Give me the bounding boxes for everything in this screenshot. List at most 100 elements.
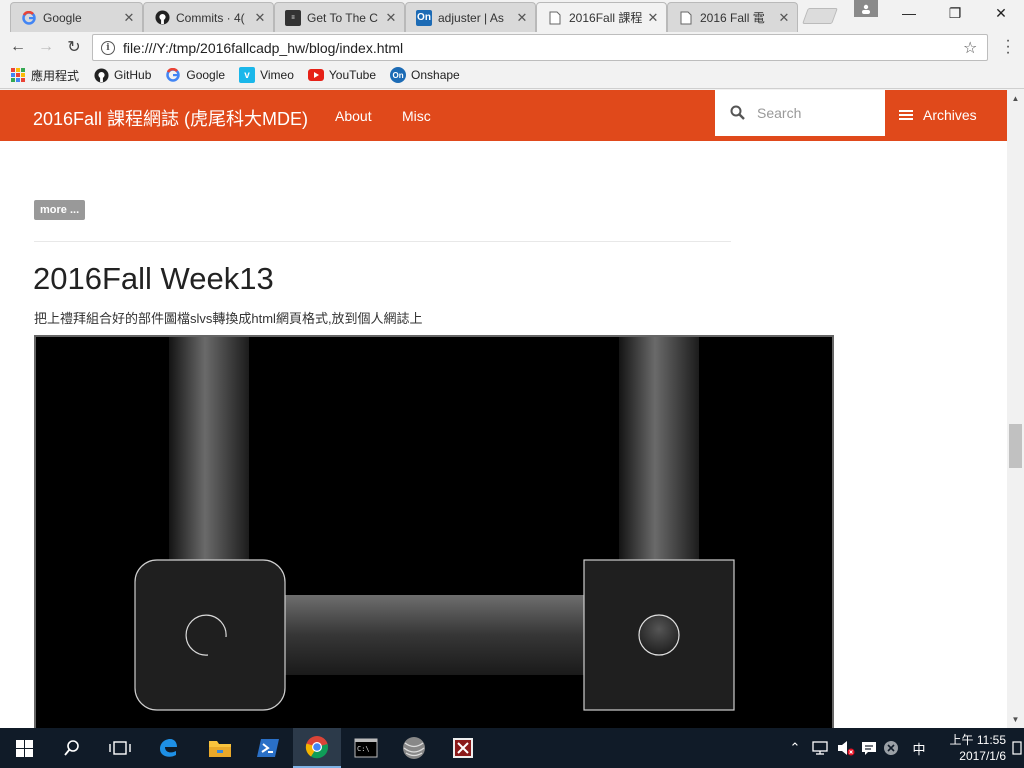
tab-get-to-the[interactable]: ≡ Get To The C ✕ — [274, 2, 405, 32]
sphere-app-icon[interactable] — [390, 728, 438, 768]
url-text[interactable]: file:///Y:/tmp/2016fallcadp_hw/blog/inde… — [123, 40, 963, 56]
search-icon[interactable] — [48, 728, 96, 768]
bookmark-vimeo[interactable]: v Vimeo — [239, 67, 294, 83]
list-icon — [899, 110, 913, 120]
window-close-icon[interactable]: ✕ — [978, 0, 1024, 26]
site-brand[interactable]: 2016Fall 課程網誌 (虎尾科大MDE) — [33, 105, 308, 131]
horizontal-rod — [283, 595, 586, 675]
tab-title: adjuster | As — [438, 10, 504, 25]
address-bar[interactable]: i file:///Y:/tmp/2016fallcadp_hw/blog/in… — [92, 34, 988, 61]
browser-toolbar: ← → ↻ i file:///Y:/tmp/2016fallcadp_hw/b… — [0, 32, 1024, 62]
close-icon[interactable]: ✕ — [646, 10, 660, 26]
post-description: 把上禮拜組合好的部件圖檔slvs轉換成html網頁格式,放到個人網誌上 — [34, 311, 423, 326]
left-vertical-rod — [169, 337, 249, 563]
volume-muted-icon[interactable] — [834, 728, 858, 768]
close-icon[interactable]: ✕ — [122, 10, 136, 26]
bookmark-google[interactable]: Google — [165, 67, 225, 83]
tab-adjuster-onshape[interactable]: On adjuster | As ✕ — [405, 2, 536, 32]
google-icon — [165, 67, 181, 83]
youtube-icon — [307, 67, 324, 83]
bookmark-youtube[interactable]: YouTube — [307, 67, 377, 83]
taskbar-clock[interactable]: 上午 11:55 2017/1/6 — [934, 732, 1007, 764]
bookmark-apps[interactable]: 應用程式 — [10, 67, 79, 84]
page-icon — [547, 10, 563, 26]
knowyourmeme-icon: ≡ — [285, 9, 301, 26]
google-icon — [21, 10, 37, 26]
close-circle-icon[interactable] — [880, 728, 902, 768]
solvespace-icon[interactable] — [439, 728, 487, 768]
bookmark-github[interactable]: GitHub — [93, 67, 151, 83]
post-title[interactable]: 2016Fall Week13 — [33, 261, 274, 297]
restore-icon[interactable]: ❐ — [932, 0, 978, 26]
task-view-icon[interactable] — [96, 728, 144, 768]
new-tab-button[interactable] — [802, 8, 838, 24]
profile-icon[interactable] — [854, 0, 878, 17]
tab-title: Get To The C — [307, 10, 378, 25]
tab-title: Google — [43, 10, 82, 25]
action-center-icon[interactable] — [1010, 728, 1024, 768]
github-icon — [93, 67, 109, 83]
tab-2016fall-blog[interactable]: 2016Fall 課程 ✕ — [536, 2, 667, 32]
close-icon[interactable]: ✕ — [777, 10, 791, 26]
scrollbar-thumb[interactable] — [1009, 424, 1022, 468]
tab-2016fall-electrical[interactable]: 2016 Fall 電 ✕ — [667, 2, 798, 32]
page-scrollbar[interactable]: ▲ ▼ — [1007, 90, 1024, 728]
vimeo-icon: v — [239, 67, 256, 83]
close-icon[interactable]: ✕ — [384, 10, 398, 26]
bookmark-label: Google — [186, 68, 226, 82]
file-explorer-icon[interactable] — [196, 728, 244, 768]
github-icon — [154, 10, 170, 26]
bookmark-label: 應用程式 — [31, 68, 80, 83]
divider — [34, 241, 731, 242]
windows-start-icon[interactable] — [0, 728, 48, 768]
cmd-icon[interactable]: C:\ — [342, 728, 390, 768]
tab-title: 2016 Fall 電 — [700, 11, 765, 25]
left-joint-block — [134, 559, 286, 711]
scroll-up-icon[interactable]: ▲ — [1007, 90, 1024, 107]
page-viewport: 2016Fall 課程網誌 (虎尾科大MDE) About Misc Searc… — [0, 90, 1007, 728]
tray-chevron-up-icon[interactable]: ⌃ — [784, 728, 806, 768]
tab-title: 2016Fall 課程 — [569, 11, 642, 25]
close-icon[interactable]: ✕ — [253, 10, 267, 26]
tab-github-commits[interactable]: Commits · 4( ✕ — [143, 2, 274, 32]
right-joint-hole — [638, 614, 680, 656]
nav-about[interactable]: About — [335, 108, 372, 124]
powershell-icon[interactable] — [244, 728, 292, 768]
minimize-icon[interactable]: — — [886, 0, 932, 26]
archives-label: Archives — [923, 107, 977, 123]
onshape-icon: On — [416, 9, 432, 26]
nav-misc[interactable]: Misc — [402, 108, 431, 124]
network-icon[interactable] — [808, 728, 832, 768]
info-icon[interactable]: i — [101, 40, 115, 55]
cad-model-viewer[interactable] — [34, 335, 834, 728]
search-placeholder: Search — [757, 105, 802, 121]
reload-icon[interactable]: ↻ — [62, 36, 86, 58]
bookmark-label: Vimeo — [260, 68, 294, 82]
bookmarks-bar: 應用程式 GitHub Google v Vimeo YouTube On On… — [0, 62, 1024, 89]
bookmark-label: YouTube — [328, 68, 377, 82]
clock-period: 上午 — [949, 733, 974, 747]
bookmark-label: Onshape — [411, 68, 460, 82]
site-navbar: 2016Fall 課程網誌 (虎尾科大MDE) About Misc Searc… — [0, 90, 1007, 141]
forward-arrow-icon[interactable]: → — [34, 36, 58, 58]
clock-time: 11:55 — [976, 733, 1006, 747]
ime-icon[interactable] — [858, 728, 880, 768]
tab-google[interactable]: Google ✕ — [10, 2, 143, 32]
close-icon[interactable]: ✕ — [515, 10, 529, 26]
chrome-icon[interactable] — [293, 728, 341, 768]
onshape-icon: On — [390, 67, 407, 83]
bookmark-onshape[interactable]: On Onshape — [390, 67, 460, 83]
tab-strip: Google ✕ Commits · 4( ✕ ≡ Get To The C ✕… — [0, 0, 1024, 32]
scroll-down-icon[interactable]: ▼ — [1007, 711, 1024, 728]
archives-link[interactable]: Archives — [899, 107, 977, 123]
search-input[interactable]: Search — [715, 90, 885, 136]
more-button[interactable]: more ... — [34, 200, 86, 220]
cad-model-render — [36, 337, 832, 728]
back-arrow-icon[interactable]: ← — [6, 36, 30, 58]
input-language-icon[interactable]: 中 — [906, 728, 932, 768]
edge-icon[interactable] — [144, 728, 192, 768]
page-icon — [678, 10, 694, 26]
chrome-menu-icon[interactable]: · · · — [1000, 33, 1016, 61]
bookmark-star-icon[interactable]: ☆ — [963, 38, 987, 58]
right-vertical-rod — [619, 337, 699, 563]
